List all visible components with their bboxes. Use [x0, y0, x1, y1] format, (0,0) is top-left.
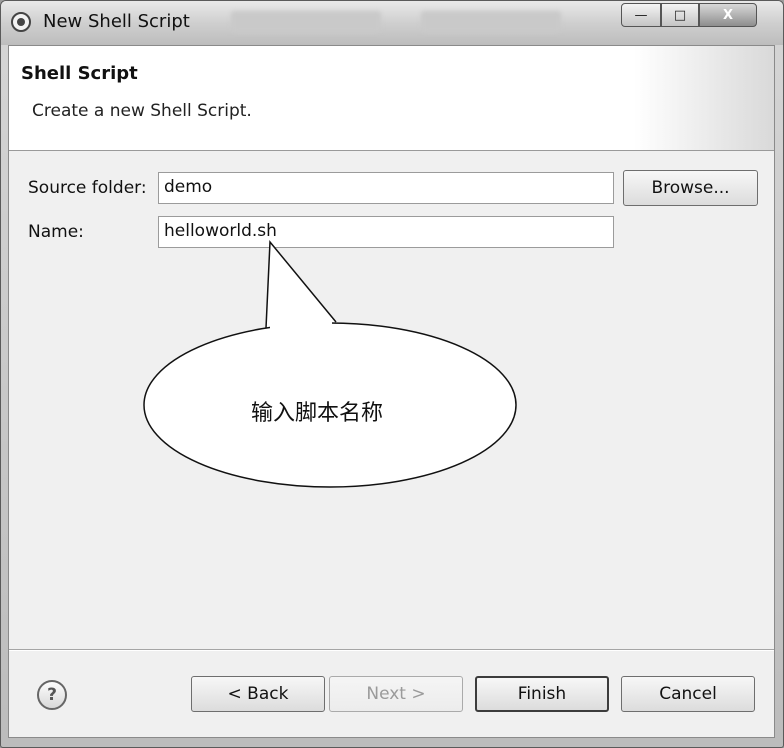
callout-text: 输入脚本名称: [251, 401, 384, 426]
callout-pointer: [265, 240, 337, 329]
callout-join-mask: [270, 318, 332, 330]
callout-bubble: [143, 240, 517, 488]
